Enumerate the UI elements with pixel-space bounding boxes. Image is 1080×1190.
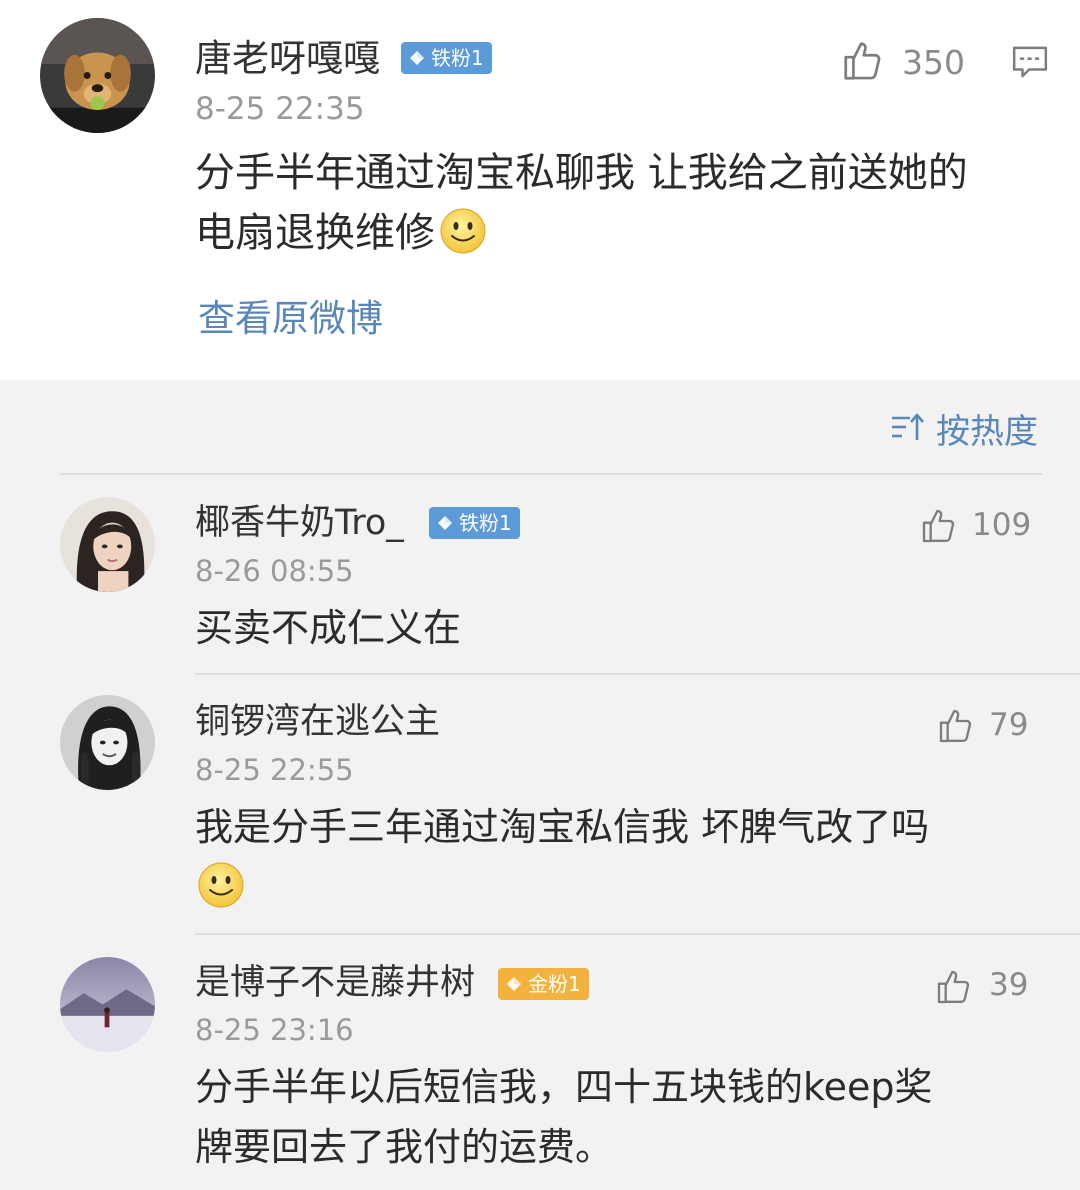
fan-badge[interactable]: 金粉1	[498, 968, 589, 1000]
divider	[195, 673, 1080, 675]
diamond-icon	[507, 977, 521, 991]
post-content: 分手半年通过淘宝私聊我 让我给之前送她的 电扇退换维修	[195, 143, 1055, 263]
main-post: 唐老呀嘎嘎 铁粉1 350 8-25 22:35 分手半年通过淘宝私聊我 让我给…	[0, 0, 1080, 380]
avatar[interactable]	[60, 695, 155, 790]
username[interactable]: 铜锣湾在逃公主	[195, 705, 440, 740]
diamond-icon	[438, 516, 452, 530]
thumbs-up-icon[interactable]	[934, 967, 974, 1007]
smile-emoji-icon	[198, 862, 244, 908]
comment-content-line: 牌要回去了我付的运费。	[195, 1125, 614, 1169]
post-content-line: 分手半年通过淘宝私聊我 让我给之前送她的	[195, 150, 968, 196]
view-original-link[interactable]: 查看原微博	[198, 300, 383, 337]
timestamp: 8-26 08:55	[195, 554, 354, 588]
fan-badge[interactable]: 铁粉1	[401, 42, 492, 74]
username[interactable]: 椰香牛奶Tro_	[195, 506, 404, 541]
like-count: 350	[902, 43, 965, 82]
comment-content-line: 我是分手三年通过淘宝私信我 坏脾气改了吗	[195, 805, 930, 849]
thumbs-up-icon[interactable]	[936, 706, 976, 746]
sort-icon	[892, 413, 924, 440]
comment-content: 分手半年以后短信我，四十五块钱的keep奖 牌要回去了我付的运费。	[195, 1057, 1055, 1177]
username[interactable]: 是博子不是藤井树	[195, 966, 475, 1001]
comment-content-line: 分手半年以后短信我，四十五块钱的keep奖	[195, 1065, 933, 1109]
avatar[interactable]	[60, 497, 155, 592]
timestamp: 8-25 22:35	[195, 91, 365, 127]
divider	[60, 473, 1042, 475]
timestamp: 8-25 22:55	[195, 753, 354, 787]
like-count: 109	[972, 507, 1032, 543]
comment-icon[interactable]	[1010, 42, 1050, 82]
diamond-icon	[410, 51, 424, 65]
avatar[interactable]	[40, 18, 155, 133]
sort-label: 按热度	[936, 411, 1038, 452]
avatar[interactable]	[60, 957, 155, 1052]
comment-content-line: 买卖不成仁义在	[195, 606, 462, 650]
badge-label: 铁粉1	[431, 46, 484, 70]
comment-content: 我是分手三年通过淘宝私信我 坏脾气改了吗	[195, 797, 1055, 917]
like-count: 79	[989, 707, 1029, 743]
sort-toggle[interactable]: 按热度	[890, 408, 1038, 452]
comment-content: 买卖不成仁义在	[195, 598, 1055, 658]
timestamp: 8-25 23:16	[195, 1013, 354, 1047]
like-count: 39	[989, 967, 1029, 1003]
post-content-line: 电扇退换维修	[195, 210, 435, 256]
smile-emoji-icon	[440, 208, 486, 254]
fan-badge[interactable]: 铁粉1	[429, 507, 520, 539]
badge-label: 铁粉1	[459, 511, 512, 535]
divider	[195, 933, 1080, 935]
thumbs-up-icon[interactable]	[919, 506, 959, 546]
username[interactable]: 唐老呀嘎嘎	[195, 40, 380, 77]
thumbs-up-icon[interactable]	[840, 38, 886, 84]
badge-label: 金粉1	[528, 972, 581, 996]
